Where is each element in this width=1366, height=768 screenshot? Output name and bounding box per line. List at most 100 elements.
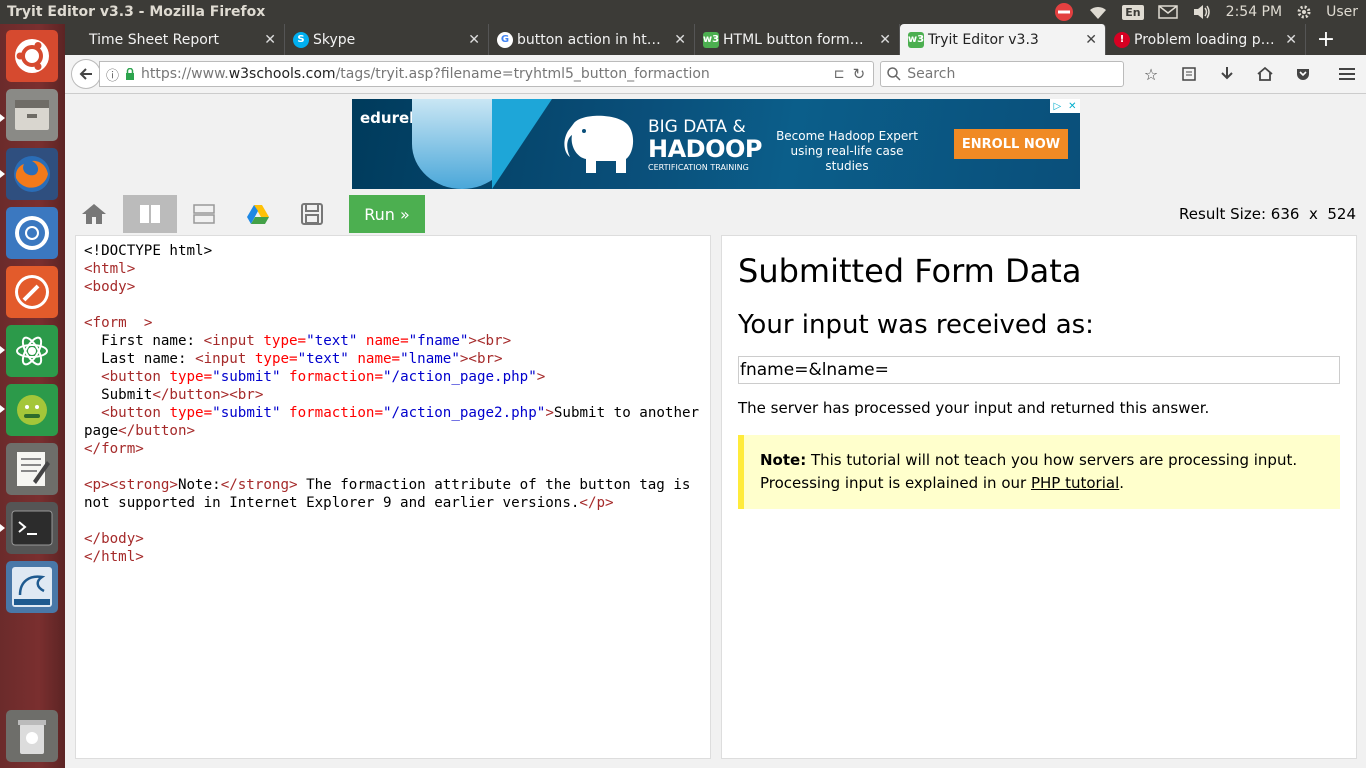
postman-icon[interactable]	[6, 266, 58, 318]
code-lname-label: Last name:	[101, 351, 196, 367]
ad-enroll-button[interactable]: ENROLL NOW	[954, 129, 1068, 159]
clock[interactable]: 2:54 PM	[1226, 4, 1282, 20]
url-bar[interactable]: ⓘ https://www.w3schools.com/tags/tryit.a…	[98, 61, 875, 87]
adchoices-icon[interactable]: ▷ ✕	[1050, 99, 1080, 113]
navigation-bar: ⓘ https://www.w3schools.com/tags/tryit.a…	[65, 55, 1366, 94]
arrow-left-icon	[79, 68, 92, 80]
ubuntu-dash-icon[interactable]	[6, 30, 58, 82]
code-editor[interactable]: <!DOCTYPE html> <html> <body> <form > Fi…	[75, 235, 711, 759]
new-tab-button[interactable]: +	[1306, 24, 1346, 55]
home-icon[interactable]	[1246, 59, 1284, 89]
keyboard-lang-indicator[interactable]: En	[1122, 4, 1144, 20]
w3schools-icon: w3	[908, 31, 924, 48]
bookmarks-list-icon[interactable]	[1170, 59, 1208, 89]
wifi-icon[interactable]	[1088, 4, 1108, 20]
code-doctype: <!DOCTYPE html>	[84, 243, 213, 259]
settings-gear-icon[interactable]	[1296, 4, 1312, 20]
reader-view-icon[interactable]: ⊏	[834, 67, 845, 82]
result-size-label: Result Size: 636 x 524	[1179, 205, 1356, 223]
result-frame: Submitted Form Data Your input was recei…	[721, 235, 1357, 759]
window-title: Tryit Editor v3.3 - Mozilla Firefox	[7, 4, 266, 20]
atom-icon[interactable]	[6, 325, 58, 377]
user-name[interactable]: User	[1326, 4, 1358, 20]
tab-label: button action in ht…	[517, 31, 661, 48]
files-icon[interactable]	[6, 89, 58, 141]
back-button[interactable]	[71, 59, 101, 89]
w3schools-icon: w3	[703, 31, 719, 48]
do-not-disturb-icon[interactable]	[1054, 2, 1074, 22]
layout-vertical-button[interactable]	[123, 195, 177, 233]
volume-icon[interactable]	[1192, 4, 1212, 20]
tab-label: Skype	[313, 31, 356, 48]
tab-button-action[interactable]: G button action in ht… ✕	[489, 24, 695, 55]
mail-icon[interactable]	[1157, 5, 1178, 19]
save-button[interactable]	[285, 195, 339, 233]
hadoop-elephant-icon	[564, 115, 634, 173]
note-end: .	[1119, 474, 1125, 492]
close-icon[interactable]: ✕	[879, 32, 891, 48]
close-icon[interactable]: ✕	[1285, 32, 1297, 48]
firefox-icon[interactable]	[6, 148, 58, 200]
terminal-icon[interactable]	[6, 502, 58, 554]
skype-icon: S	[293, 31, 309, 48]
tab-label: Problem loading page	[1134, 31, 1280, 48]
tab-skype[interactable]: S Skype ✕	[285, 24, 489, 55]
ad-banner[interactable]: edureka! BIG DATA & HADOOP CERTIFICATION…	[352, 99, 1080, 189]
ad-tagline: Become Hadoop Expert using real-life cas…	[776, 129, 918, 173]
trash-icon[interactable]	[6, 710, 58, 762]
code-note-label: Note:	[177, 477, 221, 493]
close-icon[interactable]: ✕	[468, 32, 480, 48]
tryit-toolbar: Run » Result Size: 636 x 524	[75, 195, 1356, 233]
top-panel: Tryit Editor v3.3 - Mozilla Firefox En 2…	[0, 0, 1366, 24]
bookmark-star-icon[interactable]: ☆	[1132, 59, 1170, 89]
home-icon	[82, 204, 106, 224]
tab-label: Time Sheet Report	[89, 31, 220, 48]
server-message: The server has processed your input and …	[738, 399, 1210, 417]
home-button[interactable]	[75, 195, 113, 233]
menu-hamburger-icon[interactable]	[1328, 59, 1366, 89]
google-drive-icon	[247, 205, 269, 224]
php-tutorial-link[interactable]: PHP tutorial	[1031, 474, 1119, 492]
note-label: Note:	[760, 451, 807, 469]
run-button[interactable]: Run »	[349, 195, 425, 233]
layout-horizontal-button[interactable]	[177, 195, 231, 233]
ad-subline: CERTIFICATION TRAINING	[648, 163, 749, 172]
search-placeholder: Search	[907, 66, 956, 82]
tab-html-button-formaction[interactable]: w3 HTML button form… ✕	[695, 24, 900, 55]
google-drive-button[interactable]	[231, 195, 285, 233]
ad-headline-top: BIG DATA &	[648, 117, 746, 137]
search-icon	[887, 67, 901, 81]
downloads-icon[interactable]	[1208, 59, 1246, 89]
text-editor-icon[interactable]	[6, 443, 58, 495]
tab-tryit-editor[interactable]: w3 Tryit Editor v3.3 ✕	[900, 24, 1106, 55]
google-icon: G	[497, 31, 513, 48]
reload-icon[interactable]: ↻	[853, 65, 866, 83]
close-icon[interactable]: ✕	[674, 32, 686, 48]
url-text[interactable]: https://www.w3schools.com/tags/tryit.asp…	[141, 66, 834, 82]
chromium-icon[interactable]	[6, 207, 58, 259]
mysql-workbench-icon[interactable]	[6, 561, 58, 613]
unity-launcher	[0, 24, 65, 768]
info-icon[interactable]: ⓘ	[106, 65, 119, 84]
lock-icon	[125, 68, 134, 80]
code-fname-label: First name:	[101, 333, 204, 349]
note-box: Note: This tutorial will not teach you h…	[738, 435, 1340, 509]
close-icon[interactable]: ✕	[1085, 32, 1097, 48]
tab-problem-loading-page[interactable]: ! Problem loading page ✕	[1106, 24, 1306, 55]
received-data-box: fname=&lname=	[738, 356, 1340, 384]
split-horizontal-icon	[193, 204, 215, 224]
android-studio-icon[interactable]	[6, 384, 58, 436]
warning-icon: !	[1114, 31, 1130, 48]
result-title: Submitted Form Data	[738, 252, 1082, 290]
note-text: This tutorial will not teach you how ser…	[760, 451, 1298, 492]
tab-bar: Time Sheet Report ✕ S Skype ✕ G button a…	[65, 24, 1366, 55]
save-disk-icon	[301, 203, 323, 225]
search-input[interactable]: Search	[880, 61, 1124, 87]
tab-label: Tryit Editor v3.3	[928, 31, 1039, 48]
pocket-icon[interactable]	[1284, 59, 1322, 89]
ad-headline-main: HADOOP	[648, 135, 762, 163]
result-subtitle: Your input was received as:	[738, 310, 1094, 340]
close-icon[interactable]: ✕	[264, 32, 276, 48]
url-path: /tags/tryit.asp?filename=tryhtml5_button…	[335, 66, 710, 82]
tab-time-sheet-report[interactable]: Time Sheet Report ✕	[65, 24, 285, 55]
